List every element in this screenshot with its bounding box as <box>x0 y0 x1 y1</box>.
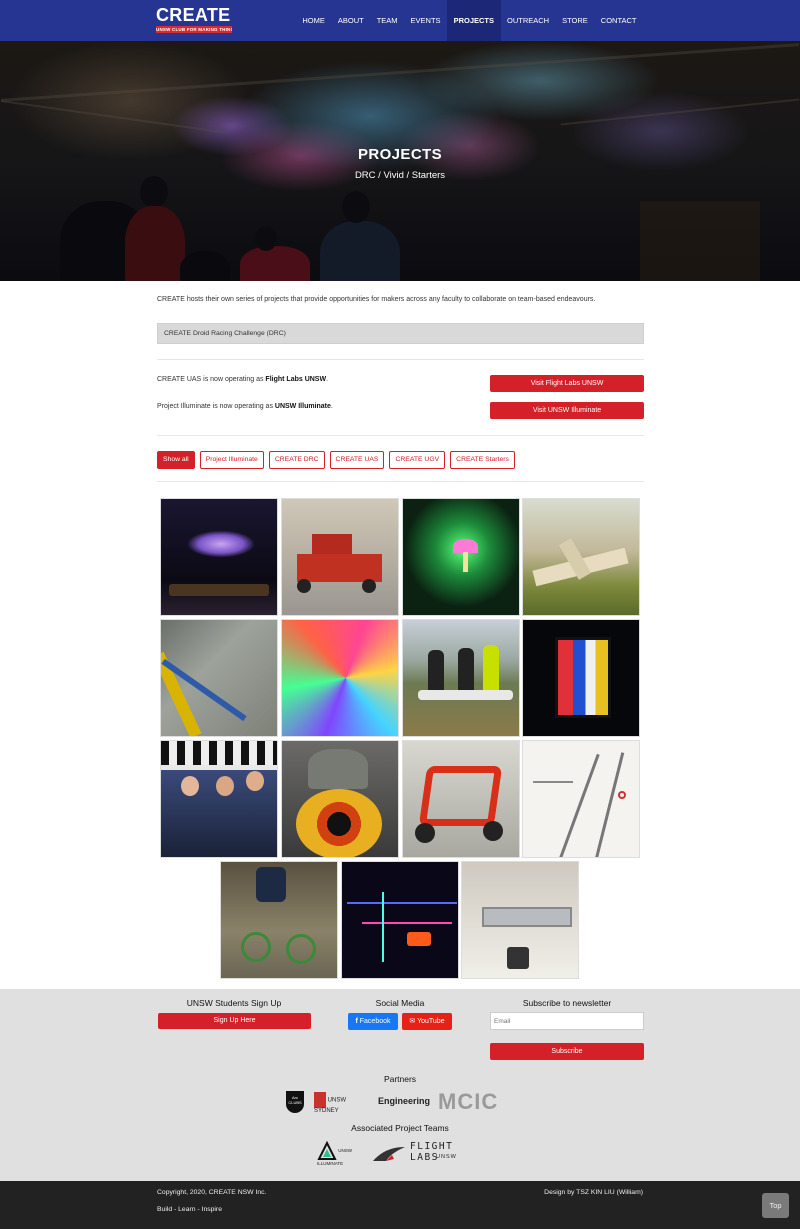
divider <box>157 359 644 360</box>
gallery-item[interactable] <box>220 861 338 979</box>
operating-note-illuminate: Project Illuminate is now operating as U… <box>157 403 333 410</box>
gallery-item[interactable] <box>281 619 399 737</box>
signup-heading: UNSW Students Sign Up <box>186 998 282 1008</box>
divider <box>157 481 644 482</box>
brand-title: CREATE <box>156 5 231 25</box>
illuminate-icon <box>317 1140 337 1160</box>
gallery-item[interactable] <box>160 740 278 858</box>
gallery-item[interactable] <box>522 619 640 737</box>
filter-create-starters[interactable]: CREATE Starters <box>450 451 515 469</box>
illuminate-logo[interactable]: UNSW ILLUMINATE <box>317 1140 377 1166</box>
youtube-button[interactable]: ✉ YouTube <box>402 1013 452 1030</box>
visit-flight-labs-button[interactable]: Visit Flight Labs UNSW <box>490 375 644 392</box>
engineering-logo[interactable]: Engineering <box>378 1096 430 1106</box>
designer-credit: Design by TSZ KIN LIU (William) <box>544 1189 643 1196</box>
gallery-item[interactable] <box>522 498 640 616</box>
gallery-item[interactable] <box>461 861 579 979</box>
nav-events[interactable]: EVENTS <box>404 0 447 41</box>
flight-labs-logo[interactable]: FLIGHT LABS UNSW <box>372 1141 482 1163</box>
associated-heading: Associated Project Teams <box>351 1123 449 1133</box>
drc-panel[interactable]: CREATE Droid Racing Challenge (DRC) <box>157 323 644 344</box>
navbar: CREATE UNSW CLUB FOR MAKING THINGS HOME … <box>0 0 800 41</box>
brand-subtitle: UNSW CLUB FOR MAKING THINGS <box>156 26 232 33</box>
brand-logo[interactable]: CREATE UNSW CLUB FOR MAKING THINGS <box>156 6 232 33</box>
nav-home[interactable]: HOME <box>296 0 332 41</box>
arc-logo[interactable]: Arc CLUBS <box>286 1091 304 1113</box>
divider <box>157 435 644 436</box>
filter-create-ugv[interactable]: CREATE UGV <box>389 451 446 469</box>
unsw-crest-icon <box>314 1092 326 1108</box>
social-heading: Social Media <box>375 998 425 1008</box>
bird-icon <box>373 1147 405 1161</box>
filter-show-all[interactable]: Show all <box>157 451 195 469</box>
gallery-item[interactable] <box>402 619 520 737</box>
hero-banner: PROJECTS DRC / Vivid / Starters <box>0 41 800 281</box>
facebook-button[interactable]: f Facebook <box>348 1013 398 1030</box>
gallery-item[interactable] <box>522 740 640 858</box>
newsletter-heading: Subscribe to newsletter <box>522 998 612 1008</box>
filter-create-drc[interactable]: CREATE DRC <box>268 451 325 469</box>
filter-project-illuminate[interactable]: Project Illuminate <box>199 451 264 469</box>
filter-create-uas[interactable]: CREATE UAS <box>329 451 385 469</box>
nav-team[interactable]: TEAM <box>370 0 404 41</box>
nav-projects[interactable]: PROJECTS <box>447 0 501 41</box>
nav-outreach[interactable]: OUTREACH <box>501 0 556 41</box>
gallery-item[interactable] <box>402 740 520 858</box>
main-nav: HOME ABOUT TEAM EVENTS PROJECTS OUTREACH… <box>296 0 643 41</box>
gallery-item[interactable] <box>160 619 278 737</box>
unsw-logo[interactable]: UNSW SYDNEY <box>314 1092 368 1114</box>
back-to-top-button[interactable]: Top <box>762 1193 789 1218</box>
motto-text: Build - Learn - Inspire <box>157 1206 222 1213</box>
mail-icon: ✉ <box>409 1018 418 1025</box>
copyright-text: Copyright, 2020, CREATE NSW Inc. <box>157 1189 267 1196</box>
visit-illuminate-button[interactable]: Visit UNSW Illuminate <box>490 402 644 419</box>
operating-note-uas: CREATE UAS is now operating as Flight La… <box>157 376 329 383</box>
mcic-logo[interactable]: MCIC <box>438 1091 498 1113</box>
gallery-item[interactable] <box>281 498 399 616</box>
gallery-item[interactable] <box>402 498 520 616</box>
bottom-bar <box>0 1181 800 1229</box>
subscribe-button[interactable]: Subscribe <box>490 1043 644 1060</box>
project-filters: Show all Project Illuminate CREATE DRC C… <box>157 451 515 469</box>
email-field[interactable] <box>490 1012 644 1030</box>
nav-contact[interactable]: CONTACT <box>594 0 643 41</box>
intro-text: CREATE hosts their own series of project… <box>157 296 596 303</box>
nav-about[interactable]: ABOUT <box>331 0 370 41</box>
gallery-item[interactable] <box>341 861 459 979</box>
page-title: PROJECTS <box>357 146 443 163</box>
page-subtitle: DRC / Vivid / Starters <box>354 170 446 181</box>
partners-heading: Partners <box>383 1074 417 1084</box>
gallery-item[interactable] <box>160 498 278 616</box>
signup-button[interactable]: Sign Up Here <box>158 1013 311 1029</box>
nav-store[interactable]: STORE <box>556 0 595 41</box>
gallery-item[interactable] <box>281 740 399 858</box>
